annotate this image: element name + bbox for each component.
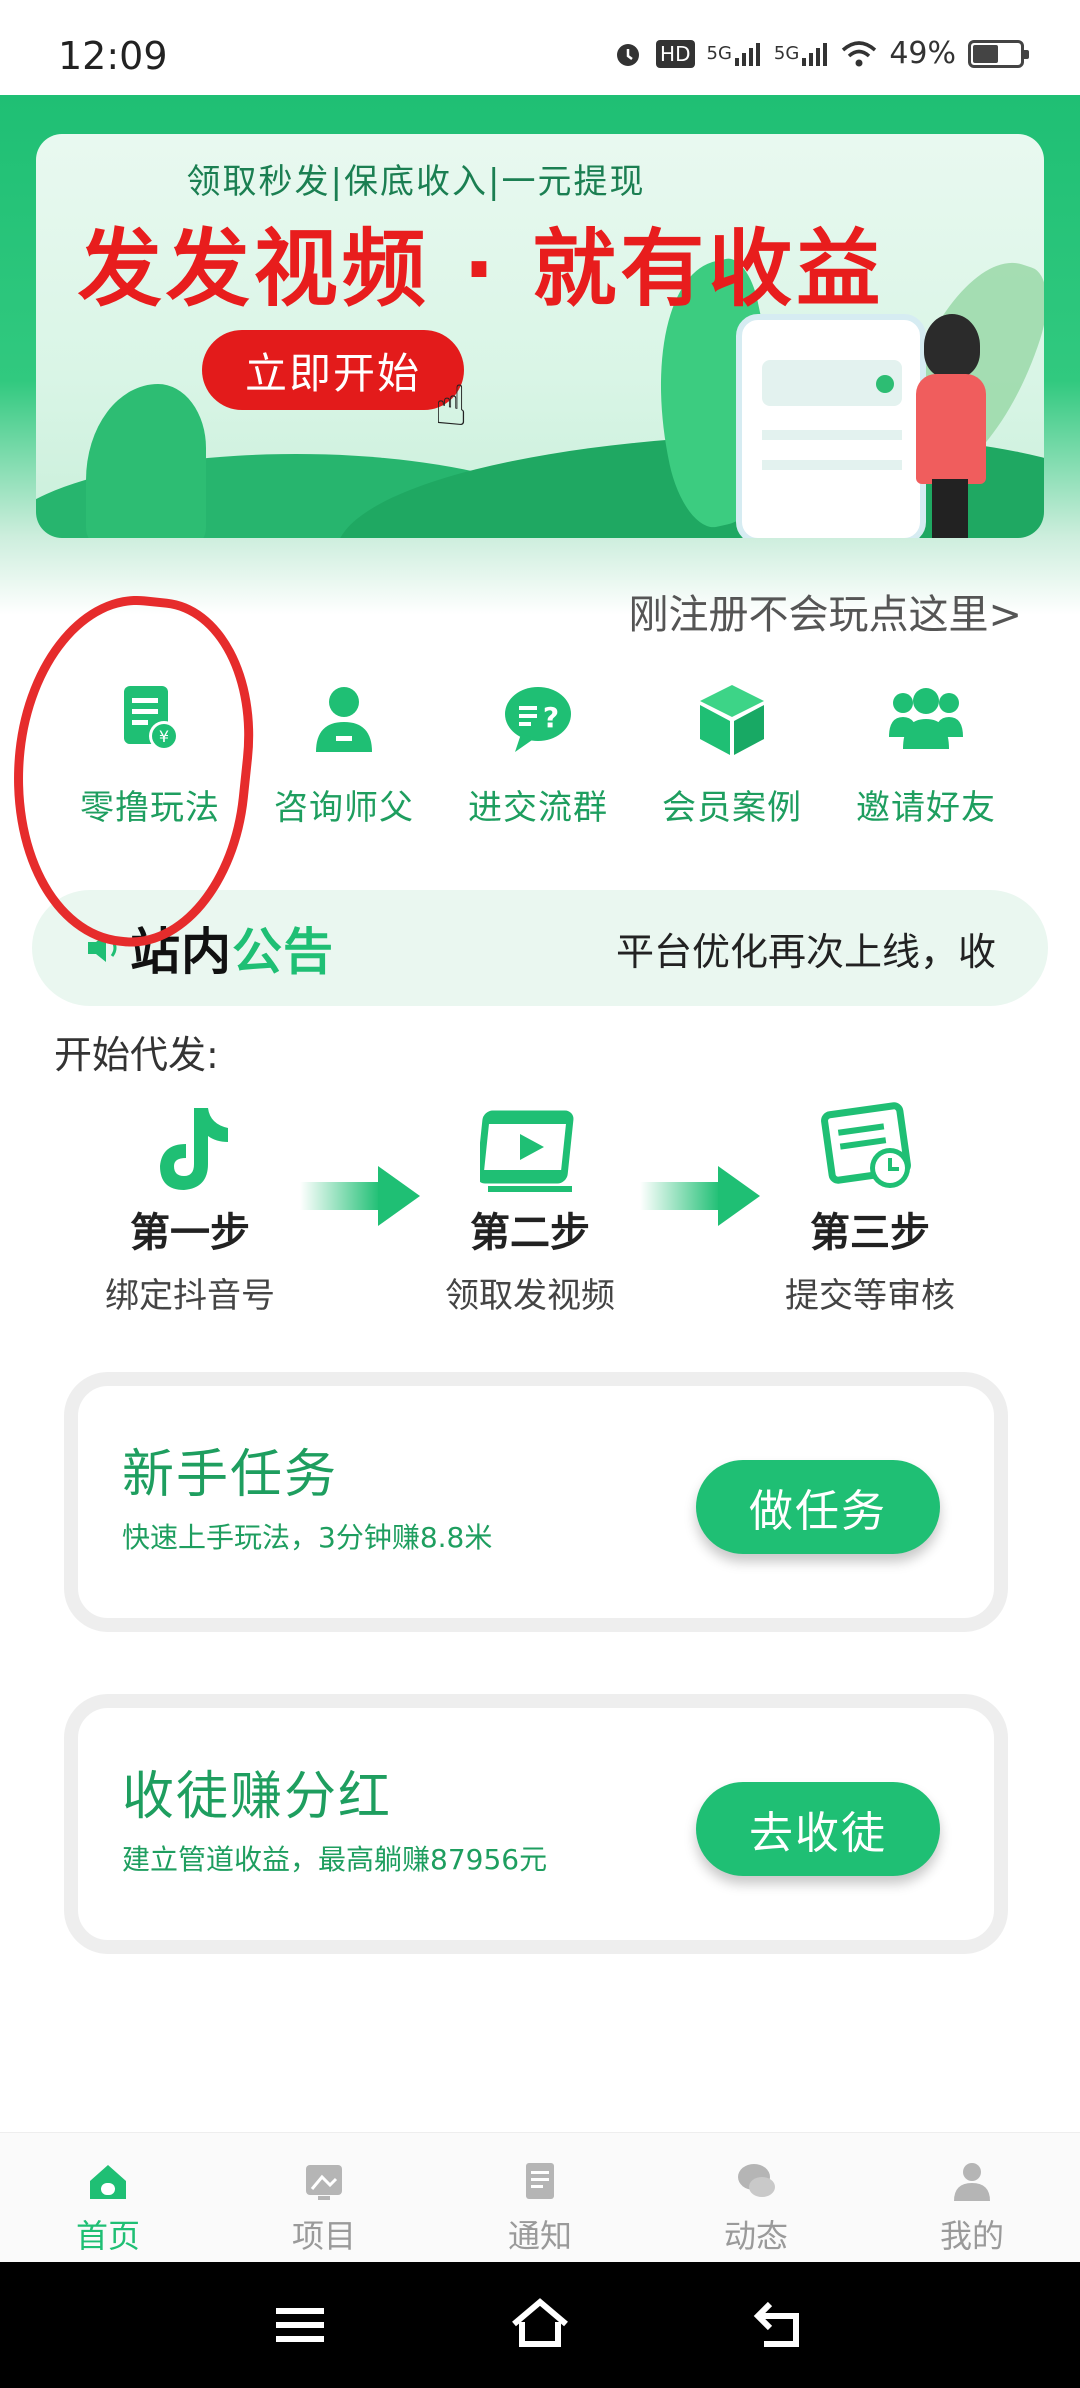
task-title: 收徒赚分红 bbox=[122, 1767, 393, 1827]
cube-icon bbox=[693, 680, 771, 758]
video-icon bbox=[476, 1100, 580, 1200]
new-user-help-link[interactable]: 刚注册不会玩点这里> bbox=[628, 582, 1022, 640]
tab-label: 通知 bbox=[507, 2217, 572, 2255]
battery-fill bbox=[973, 44, 998, 63]
quick-item-consult[interactable]: 咨询师父 bbox=[247, 680, 441, 850]
step-title: 第三步 bbox=[810, 1210, 930, 1256]
banner-subtitle: 领取秒发|保底收入|一元提现 bbox=[186, 162, 646, 202]
quick-item-label: 会员案例 bbox=[662, 788, 802, 828]
tab-projects[interactable]: 项目 bbox=[216, 2133, 432, 2262]
tab-label: 项目 bbox=[291, 2217, 356, 2255]
hd-icon: HD bbox=[656, 39, 695, 68]
system-navigation-bar bbox=[0, 2262, 1080, 2388]
tab-activity[interactable]: 动态 bbox=[648, 2133, 864, 2262]
quick-item-group-chat[interactable]: ? 进交流群 bbox=[441, 680, 635, 850]
alarm-icon bbox=[612, 38, 644, 70]
recruit-button[interactable]: 去收徒 bbox=[696, 1782, 940, 1876]
notice-icon bbox=[526, 2163, 554, 2199]
steps-row: 第一步 绑定抖音号 第二步 领取发视频 第三步 提交等审核 bbox=[0, 1100, 1080, 1320]
step-3: 第三步 提交等审核 bbox=[740, 1100, 1000, 1317]
chat-question-icon: ? bbox=[499, 680, 577, 758]
signal-2-label: 5G bbox=[773, 43, 800, 64]
profile-icon bbox=[954, 2163, 990, 2201]
home-icon bbox=[90, 2165, 126, 2199]
home-nav-icon[interactable] bbox=[510, 2296, 570, 2352]
tab-label: 动态 bbox=[723, 2217, 788, 2255]
banner-plant bbox=[86, 384, 206, 538]
start-now-button[interactable]: 立即开始 bbox=[202, 330, 464, 410]
quick-item-label: 咨询师父 bbox=[274, 788, 414, 828]
group-icon bbox=[887, 680, 965, 758]
step-1: 第一步 绑定抖音号 bbox=[60, 1100, 320, 1317]
banner-person-body bbox=[916, 374, 986, 484]
task-subtitle: 建立管道收益，最高躺赚87956元 bbox=[122, 1843, 548, 1876]
step-title: 第一步 bbox=[130, 1210, 250, 1256]
announcement-title-part2: 公告 bbox=[232, 923, 334, 981]
user-icon bbox=[305, 680, 383, 758]
svg-text:?: ? bbox=[543, 701, 559, 734]
signal-5g-icon: 5G bbox=[707, 42, 762, 66]
start-posting-label: 开始代发: bbox=[54, 1033, 219, 1077]
quick-item-member-cases[interactable]: 会员案例 bbox=[635, 680, 829, 850]
quick-item-label: 邀请好友 bbox=[856, 788, 996, 828]
step-title: 第二步 bbox=[470, 1210, 590, 1256]
banner-person-head bbox=[924, 314, 980, 378]
tab-mine[interactable]: 我的 bbox=[864, 2133, 1080, 2262]
form-clock-icon bbox=[820, 1100, 920, 1200]
banner-headline: 发发视频 · 就有收益 bbox=[77, 220, 885, 318]
step-description: 提交等审核 bbox=[785, 1276, 955, 1316]
battery-text: 49% bbox=[889, 36, 956, 71]
task-title: 新手任务 bbox=[122, 1445, 339, 1505]
status-bar: 12:09 HD 5G 5G 49% bbox=[0, 0, 1080, 95]
wifi-icon bbox=[841, 40, 877, 68]
status-time: 12:09 bbox=[58, 34, 168, 78]
bottom-tab-bar: 首页 项目 通知 动态 我的 bbox=[0, 2132, 1080, 2262]
step-2: 第二步 领取发视频 bbox=[400, 1100, 660, 1317]
signal-1-label: 5G bbox=[706, 43, 732, 64]
banner-person-legs bbox=[932, 479, 968, 538]
promo-banner[interactable]: 领取秒发|保底收入|一元提现 发发视频 · 就有收益 立即开始 ☝ bbox=[36, 134, 1044, 538]
signal-5g-icon-2: 5G bbox=[774, 42, 829, 66]
status-icons: HD 5G 5G 49% bbox=[612, 36, 1029, 71]
app-screen: 12:09 HD 5G 5G 49% 领取秒发|保底收入|一元提现 发发视频 ·… bbox=[0, 0, 1080, 2388]
back-icon[interactable] bbox=[750, 2296, 810, 2352]
project-icon bbox=[306, 2165, 342, 2200]
recruit-task-card: 收徒赚分红 建立管道收益，最高躺赚87956元 去收徒 bbox=[64, 1694, 1008, 1954]
quick-item-label: 进交流群 bbox=[468, 788, 608, 828]
do-task-button[interactable]: 做任务 bbox=[696, 1460, 940, 1554]
battery-icon bbox=[968, 39, 1029, 68]
announcement-text: 平台优化再次上线，收 bbox=[616, 929, 997, 974]
step-arrow-icon-2 bbox=[640, 1166, 760, 1226]
tab-label: 首页 bbox=[75, 2217, 140, 2255]
banner-phone-illustration bbox=[736, 314, 926, 538]
pointer-hand-icon: ☝ bbox=[434, 374, 469, 439]
quick-item-invite[interactable]: 邀请好友 bbox=[829, 680, 1023, 850]
tiktok-icon bbox=[140, 1100, 240, 1200]
step-description: 领取发视频 bbox=[445, 1276, 615, 1316]
tab-home[interactable]: 首页 bbox=[0, 2133, 216, 2262]
tab-notices[interactable]: 通知 bbox=[432, 2133, 648, 2262]
step-arrow-icon bbox=[300, 1166, 420, 1226]
step-description: 绑定抖音号 bbox=[105, 1276, 275, 1316]
newbie-task-card: 新手任务 快速上手玩法，3分钟赚8.8米 做任务 bbox=[64, 1372, 1008, 1632]
menu-icon[interactable] bbox=[270, 2296, 330, 2352]
tab-label: 我的 bbox=[939, 2217, 1004, 2255]
task-subtitle: 快速上手玩法，3分钟赚8.8米 bbox=[122, 1521, 493, 1554]
chat-icon bbox=[738, 2164, 775, 2197]
